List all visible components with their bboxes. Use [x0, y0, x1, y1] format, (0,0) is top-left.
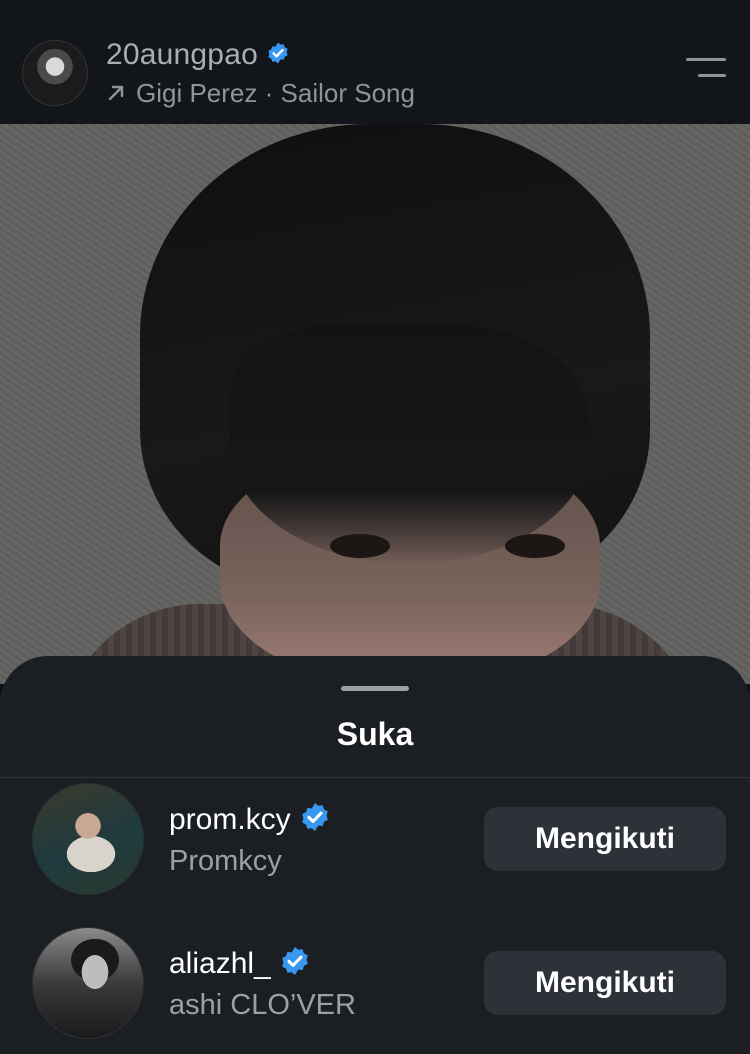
sheet-grabber[interactable]	[341, 686, 409, 691]
sheet-divider	[0, 777, 750, 778]
music-title: Sailor Song	[280, 78, 415, 108]
music-link[interactable]: Gigi Perez · Sailor Song	[106, 78, 415, 109]
liker-avatar[interactable]	[32, 783, 144, 895]
photo-dim-overlay	[0, 124, 750, 684]
author-username-row: 20aungpao	[106, 38, 290, 73]
verified-badge-icon	[299, 801, 331, 841]
verified-badge-icon	[266, 39, 290, 73]
following-button[interactable]: Mengikuti	[484, 951, 726, 1015]
author-username[interactable]: 20aungpao	[106, 38, 258, 71]
arrow-up-right-icon	[106, 79, 126, 101]
music-separator: ·	[264, 78, 274, 108]
liker-avatar[interactable]	[32, 927, 144, 1039]
liker-full-name: Promkcy	[169, 845, 282, 877]
liker-username[interactable]: prom.kcy	[169, 803, 291, 836]
liker-username-row: prom.kcy	[169, 801, 331, 841]
post-photo[interactable]	[0, 124, 750, 684]
author-avatar[interactable]	[22, 40, 88, 106]
post-header: 20aungpao Gigi Perez · Sailor Song	[0, 0, 750, 124]
likes-sheet: Suka prom.kcy Promkcy Mengikuti aliazhl_…	[0, 656, 750, 1054]
liker-username-row: aliazhl_	[169, 945, 311, 985]
liker-full-name: ashi CLO’VER	[169, 989, 356, 1021]
liker-row[interactable]: aliazhl_ ashi CLO’VER Mengikuti	[0, 927, 750, 1047]
music-artist: Gigi Perez	[136, 78, 258, 108]
sheet-title: Suka	[336, 716, 414, 752]
verified-badge-icon	[279, 945, 311, 985]
menu-icon[interactable]	[686, 58, 726, 82]
liker-username[interactable]: aliazhl_	[169, 947, 271, 980]
liker-row[interactable]: prom.kcy Promkcy Mengikuti	[0, 783, 750, 903]
following-button[interactable]: Mengikuti	[484, 807, 726, 871]
